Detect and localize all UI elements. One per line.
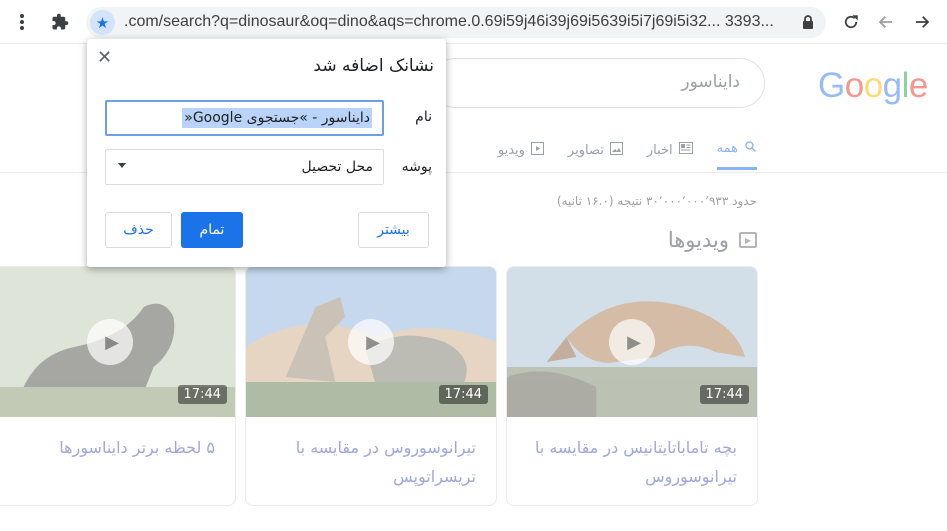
video-card[interactable]: ▶ 17:44 تیرانوسوروس در مقایسه با تریسرات… (245, 266, 497, 506)
play-icon[interactable]: ▶ (87, 319, 133, 365)
videos-heading: ▶ ویدیوها (668, 228, 757, 252)
search-input[interactable]: دایناسور (430, 58, 765, 108)
more-vert-icon[interactable] (10, 10, 34, 34)
google-logo[interactable]: Google (818, 66, 928, 106)
folder-select[interactable]: محل تحصیل (105, 149, 384, 185)
video-icon (530, 141, 544, 159)
tab-label: ویدیو (497, 142, 525, 158)
dialog-title: نشانک اضافه شد (313, 56, 434, 76)
tab-label: تصاویر (567, 142, 604, 158)
result-stats: حدود ۳۰٬۰۰۰٬۰۰۰٬۹۳۳ نتیجه (۱۶.۰ ثانیه) (556, 194, 757, 208)
news-icon (678, 142, 693, 158)
bookmark-name-field[interactable]: دایناسور - »جستجوی Google« (105, 100, 384, 136)
more-button[interactable]: بیشتر (358, 212, 429, 248)
browser-toolbar: ★ .com/search?q=dinosaur&oq=dino&aqs=chr… (0, 0, 947, 44)
tab-all[interactable]: همه (716, 130, 757, 170)
video-card[interactable]: ▶ 17:44 بچه تاماباتایتانیس در مقایسه با … (506, 266, 758, 506)
omnibox[interactable]: ★ .com/search?q=dinosaur&oq=dino&aqs=chr… (86, 7, 826, 38)
tab-label: همه (716, 141, 738, 156)
done-button[interactable]: تمام (181, 212, 243, 248)
chevron-down-icon (118, 163, 126, 168)
remove-button[interactable]: حذف (105, 212, 172, 248)
videos-heading-label: ویدیوها (667, 228, 729, 252)
folder-select-value: محل تحصیل (301, 159, 374, 175)
images-icon (609, 141, 623, 159)
search-query-text: دایناسور (681, 72, 740, 92)
url-text[interactable]: .com/search?q=dinosaur&oq=dino&aqs=chrom… (124, 13, 774, 31)
bookmark-name-value[interactable]: دایناسور - »جستجوی Google« (182, 108, 372, 128)
search-tabs: همه اخبار تصاویر ویدیو (474, 130, 757, 170)
video-icon: ▶ (739, 232, 757, 248)
forward-icon[interactable] (910, 10, 934, 34)
tab-videos[interactable]: ویدیو (498, 130, 544, 170)
tab-news[interactable]: اخبار (647, 130, 693, 170)
video-title[interactable]: تیرانوسوروس در مقایسه با تریسراتوپس (262, 433, 476, 491)
video-duration: 17:44 (438, 385, 488, 404)
video-title[interactable]: ۵ لحظه برتر دایناسورها (1, 433, 215, 462)
video-card[interactable]: ▶ 17:44 ۵ لحظه برتر دایناسورها (0, 266, 236, 506)
bookmark-dialog: ✕ نشانک اضافه شد نام دایناسور - »جستجوی … (87, 39, 446, 267)
browser-window: ★ .com/search?q=dinosaur&oq=dino&aqs=chr… (0, 0, 947, 531)
play-icon[interactable]: ▶ (348, 319, 394, 365)
bookmark-star-icon[interactable]: ★ (90, 10, 115, 35)
extensions-icon[interactable] (48, 10, 72, 34)
video-title[interactable]: بچه تاماباتایتانیس در مقایسه با تیرانوسو… (523, 433, 737, 491)
close-icon[interactable]: ✕ (97, 47, 112, 68)
name-label: نام (415, 109, 432, 125)
play-icon[interactable]: ▶ (609, 319, 655, 365)
back-icon[interactable] (874, 10, 898, 34)
tab-label: اخبار (646, 142, 673, 158)
lock-icon[interactable] (802, 15, 814, 30)
search-icon (744, 140, 757, 157)
reload-icon[interactable] (839, 10, 863, 34)
tab-images[interactable]: تصاویر (568, 130, 623, 170)
folder-label: پوشه (401, 159, 432, 175)
video-duration: 17:44 (699, 385, 749, 404)
video-duration: 17:44 (177, 385, 227, 404)
